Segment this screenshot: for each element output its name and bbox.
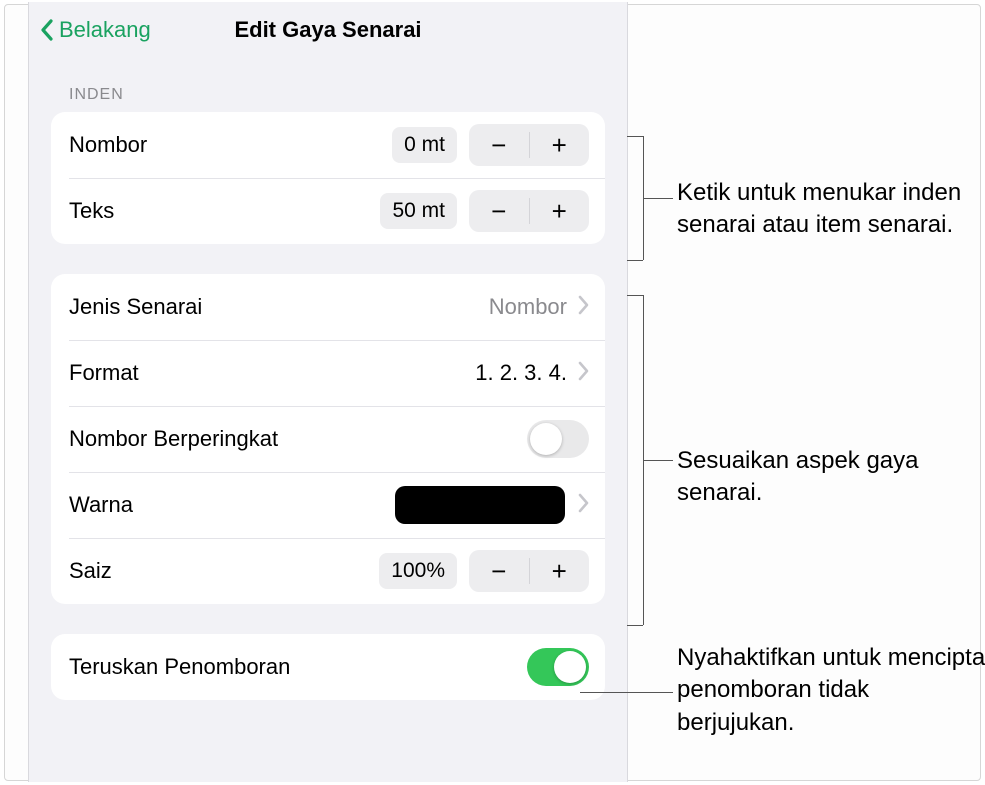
callout-leader: [643, 198, 673, 199]
list-type-row[interactable]: Jenis Senarai Nombor: [51, 274, 605, 340]
indent-card: Nombor 0 mt − + Teks 50 mt − +: [51, 112, 605, 244]
chevron-right-icon: [577, 493, 589, 518]
indent-number-increase-button[interactable]: +: [530, 124, 590, 166]
callout-leader: [580, 692, 673, 693]
callout-indent: Ketik untuk menukar inden senarai atau i…: [677, 177, 977, 242]
indent-text-increase-button[interactable]: +: [530, 190, 590, 232]
callout-style: Sesuaikan aspek gaya senarai.: [677, 445, 967, 510]
continue-numbering-row: Teruskan Penomboran: [51, 634, 605, 700]
toggle-knob: [530, 423, 562, 455]
toggle-knob: [554, 651, 586, 683]
indent-number-stepper: − +: [469, 124, 589, 166]
continue-numbering-card: Teruskan Penomboran: [51, 634, 605, 700]
indent-text-value[interactable]: 50 mt: [380, 193, 457, 229]
indent-text-decrease-button[interactable]: −: [469, 190, 529, 232]
section-header-indent: INDEN: [29, 58, 627, 112]
back-button[interactable]: Belakang: [39, 2, 151, 58]
callout-continue: Nyahaktifkan untuk mencipta penomboran t…: [677, 642, 985, 739]
indent-number-label: Nombor: [69, 132, 392, 158]
continue-numbering-label: Teruskan Penomboran: [69, 654, 527, 680]
size-label: Saiz: [69, 558, 379, 584]
ranked-number-row: Nombor Berperingkat: [51, 406, 605, 472]
indent-number-row: Nombor 0 mt − +: [51, 112, 605, 178]
size-value[interactable]: 100%: [379, 553, 457, 589]
panel-title: Edit Gaya Senarai: [234, 19, 421, 41]
color-row[interactable]: Warna: [51, 472, 605, 538]
indent-number-value[interactable]: 0 mt: [392, 127, 457, 163]
size-stepper: − +: [469, 550, 589, 592]
size-increase-button[interactable]: +: [530, 550, 590, 592]
callout-bracket: [627, 136, 643, 137]
back-label: Belakang: [59, 19, 151, 41]
chevron-left-icon: [39, 18, 55, 42]
format-value: 1. 2. 3. 4.: [475, 360, 567, 386]
panel-header: Belakang Edit Gaya Senarai: [29, 2, 627, 58]
indent-number-decrease-button[interactable]: −: [469, 124, 529, 166]
list-type-label: Jenis Senarai: [69, 294, 489, 320]
color-label: Warna: [69, 492, 395, 518]
chevron-right-icon: [577, 295, 589, 320]
ranked-number-toggle[interactable]: [527, 420, 589, 458]
callout-bracket: [627, 625, 643, 626]
ranked-number-label: Nombor Berperingkat: [69, 426, 527, 452]
style-card: Jenis Senarai Nombor Format 1. 2. 3. 4. …: [51, 274, 605, 604]
format-label: Format: [69, 360, 475, 386]
indent-text-row: Teks 50 mt − +: [51, 178, 605, 244]
callout-bracket: [627, 260, 643, 261]
size-row: Saiz 100% − +: [51, 538, 605, 604]
callout-bracket: [627, 295, 643, 296]
size-decrease-button[interactable]: −: [469, 550, 529, 592]
list-type-value: Nombor: [489, 294, 567, 320]
format-row[interactable]: Format 1. 2. 3. 4.: [51, 340, 605, 406]
callout-leader: [643, 460, 673, 461]
indent-text-stepper: − +: [469, 190, 589, 232]
chevron-right-icon: [577, 361, 589, 386]
color-swatch: [395, 486, 565, 524]
edit-list-style-panel: Belakang Edit Gaya Senarai INDEN Nombor …: [28, 2, 628, 782]
continue-numbering-toggle[interactable]: [527, 648, 589, 686]
indent-text-label: Teks: [69, 198, 380, 224]
